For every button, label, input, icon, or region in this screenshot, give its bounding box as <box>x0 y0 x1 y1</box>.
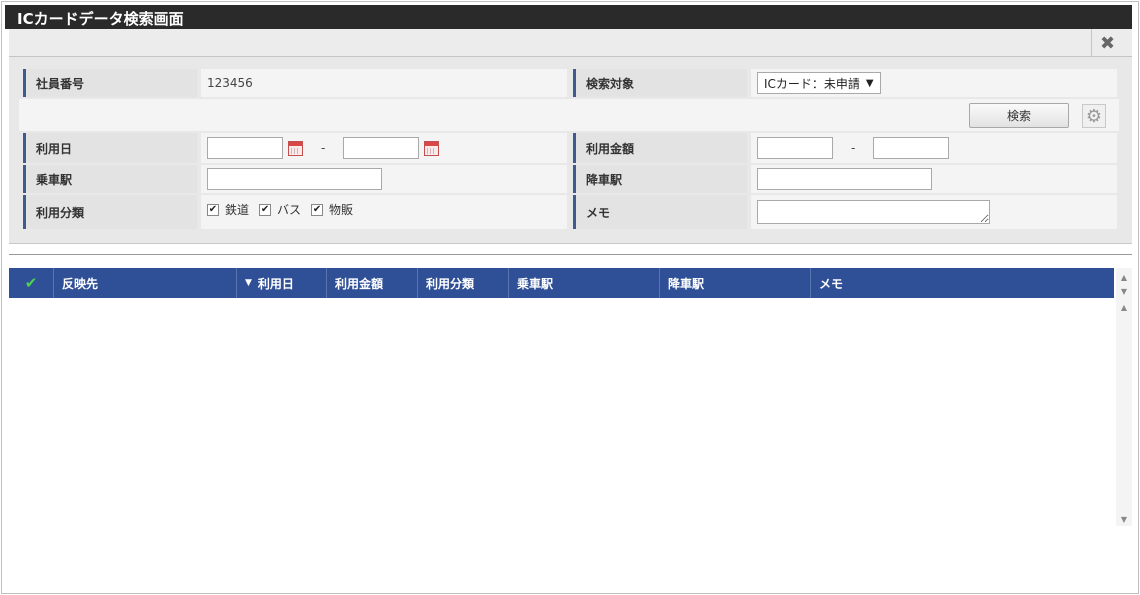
panel-toolbar: ✖ <box>9 29 1132 57</box>
checkbox-checked-icon: ✔ <box>259 203 272 216</box>
alight-station-cell <box>751 165 1117 193</box>
column-header-category[interactable]: 利用分類 <box>418 268 509 298</box>
form-row-date: 利用日 - 利用金額 - <box>19 133 1119 163</box>
search-button[interactable]: 検索 <box>969 103 1069 128</box>
column-label-use-date: 利用日 <box>257 276 294 291</box>
target-select[interactable]: ICカード：未申請 ▼ <box>757 72 881 94</box>
grid-scrollbar[interactable]: ▲ ▼ ▲ ▼ <box>1116 268 1132 526</box>
category-label: 利用分類 <box>23 195 197 229</box>
category-rail-label: 鉄道 <box>225 203 250 217</box>
board-station-label: 乗車駅 <box>23 165 197 193</box>
board-station-input[interactable] <box>207 168 382 190</box>
use-date-to-input[interactable] <box>343 137 420 159</box>
category-goods-checkbox[interactable]: ✔ 物販 <box>311 201 353 218</box>
date-range-separator: - <box>321 141 326 155</box>
close-icon: ✖ <box>1099 32 1116 54</box>
form-row-actions: 検索 ⚙ <box>19 99 1119 131</box>
calendar-icon[interactable] <box>288 140 303 156</box>
amount-to-input[interactable] <box>873 137 950 159</box>
form-row-employee: 社員番号 123456 検索対象 ICカード：未申請 ▼ <box>19 69 1119 97</box>
calendar-icon[interactable] <box>424 140 440 156</box>
alight-station-input[interactable] <box>757 168 932 190</box>
scroll-down-icon[interactable]: ▼ <box>1116 284 1132 298</box>
scroll-up-icon[interactable]: ▲ <box>1116 300 1132 314</box>
column-label-alight-station: 降車駅 <box>668 276 705 291</box>
checkbox-checked-icon: ✔ <box>311 203 324 216</box>
column-header-amount[interactable]: 利用金額 <box>327 268 418 298</box>
alight-station-label: 降車駅 <box>573 165 747 193</box>
scroll-up-icon[interactable]: ▲ <box>1116 270 1132 284</box>
check-icon: ✔ <box>24 274 38 292</box>
amount-from-input[interactable] <box>757 137 833 159</box>
grid-header: ✔ 反映先 ▼ 利用日 利用金額 利用分類 乗車駅 降車駅 メモ <box>9 268 1114 298</box>
form-row-category: 利用分類 ✔ 鉄道 ✔ バス ✔ 物販 メモ <box>19 195 1119 229</box>
use-date-label: 利用日 <box>23 133 197 163</box>
amount-cell: - <box>751 133 1117 163</box>
form-row-station: 乗車駅 降車駅 <box>19 165 1119 193</box>
use-date-from-input[interactable] <box>207 137 283 159</box>
category-bus-checkbox[interactable]: ✔ バス <box>259 201 301 218</box>
settings-button[interactable]: ⚙ <box>1082 104 1106 128</box>
target-cell: ICカード：未申請 ▼ <box>751 69 1117 97</box>
column-header-destination[interactable]: 反映先 <box>54 268 237 298</box>
category-cell: ✔ 鉄道 ✔ バス ✔ 物販 <box>201 195 567 229</box>
page-title: ICカードデータ検索画面 <box>17 10 184 28</box>
category-bus-label: バス <box>277 203 302 217</box>
results-grid: ✔ 反映先 ▼ 利用日 利用金額 利用分類 乗車駅 降車駅 メモ <box>9 268 1114 526</box>
category-goods-label: 物販 <box>329 203 354 217</box>
employee-no-value: 123456 <box>201 69 567 97</box>
employee-no-label: 社員番号 <box>23 69 197 97</box>
column-header-alight-station[interactable]: 降車駅 <box>660 268 811 298</box>
gear-icon: ⚙ <box>1085 105 1103 127</box>
amount-range-separator: - <box>851 141 856 155</box>
memo-label: メモ <box>573 195 747 229</box>
category-rail-checkbox[interactable]: ✔ 鉄道 <box>207 201 249 218</box>
column-label-board-station: 乗車駅 <box>517 276 554 291</box>
column-label-memo: メモ <box>819 276 844 291</box>
target-select-value: ICカード：未申請 <box>764 76 860 91</box>
search-panel: ✖ 社員番号 123456 検索対象 ICカード：未申請 ▼ 検索 ⚙ 利用日 <box>9 29 1132 244</box>
chevron-down-icon: ▼ <box>865 77 874 89</box>
checkbox-checked-icon: ✔ <box>207 203 219 216</box>
close-button[interactable]: ✖ <box>1091 29 1123 57</box>
column-header-memo[interactable]: メモ <box>811 268 1114 298</box>
column-header-board-station[interactable]: 乗車駅 <box>509 268 660 298</box>
amount-label: 利用金額 <box>573 133 747 163</box>
title-bar: ICカードデータ検索画面 <box>5 5 1132 29</box>
target-label: 検索対象 <box>573 69 747 97</box>
memo-input[interactable] <box>757 200 990 224</box>
use-date-cell: - <box>201 133 567 163</box>
memo-cell <box>751 195 1117 229</box>
column-label-destination: 反映先 <box>62 276 99 291</box>
sort-descending-icon: ▼ <box>245 278 252 288</box>
scroll-down-icon[interactable]: ▼ <box>1116 512 1132 526</box>
column-label-category: 利用分類 <box>426 276 475 291</box>
section-divider <box>9 254 1132 255</box>
board-station-cell <box>201 165 567 193</box>
column-label-amount: 利用金額 <box>335 276 384 291</box>
column-header-use-date[interactable]: ▼ 利用日 <box>237 268 327 298</box>
select-all-column[interactable]: ✔ <box>9 268 54 298</box>
